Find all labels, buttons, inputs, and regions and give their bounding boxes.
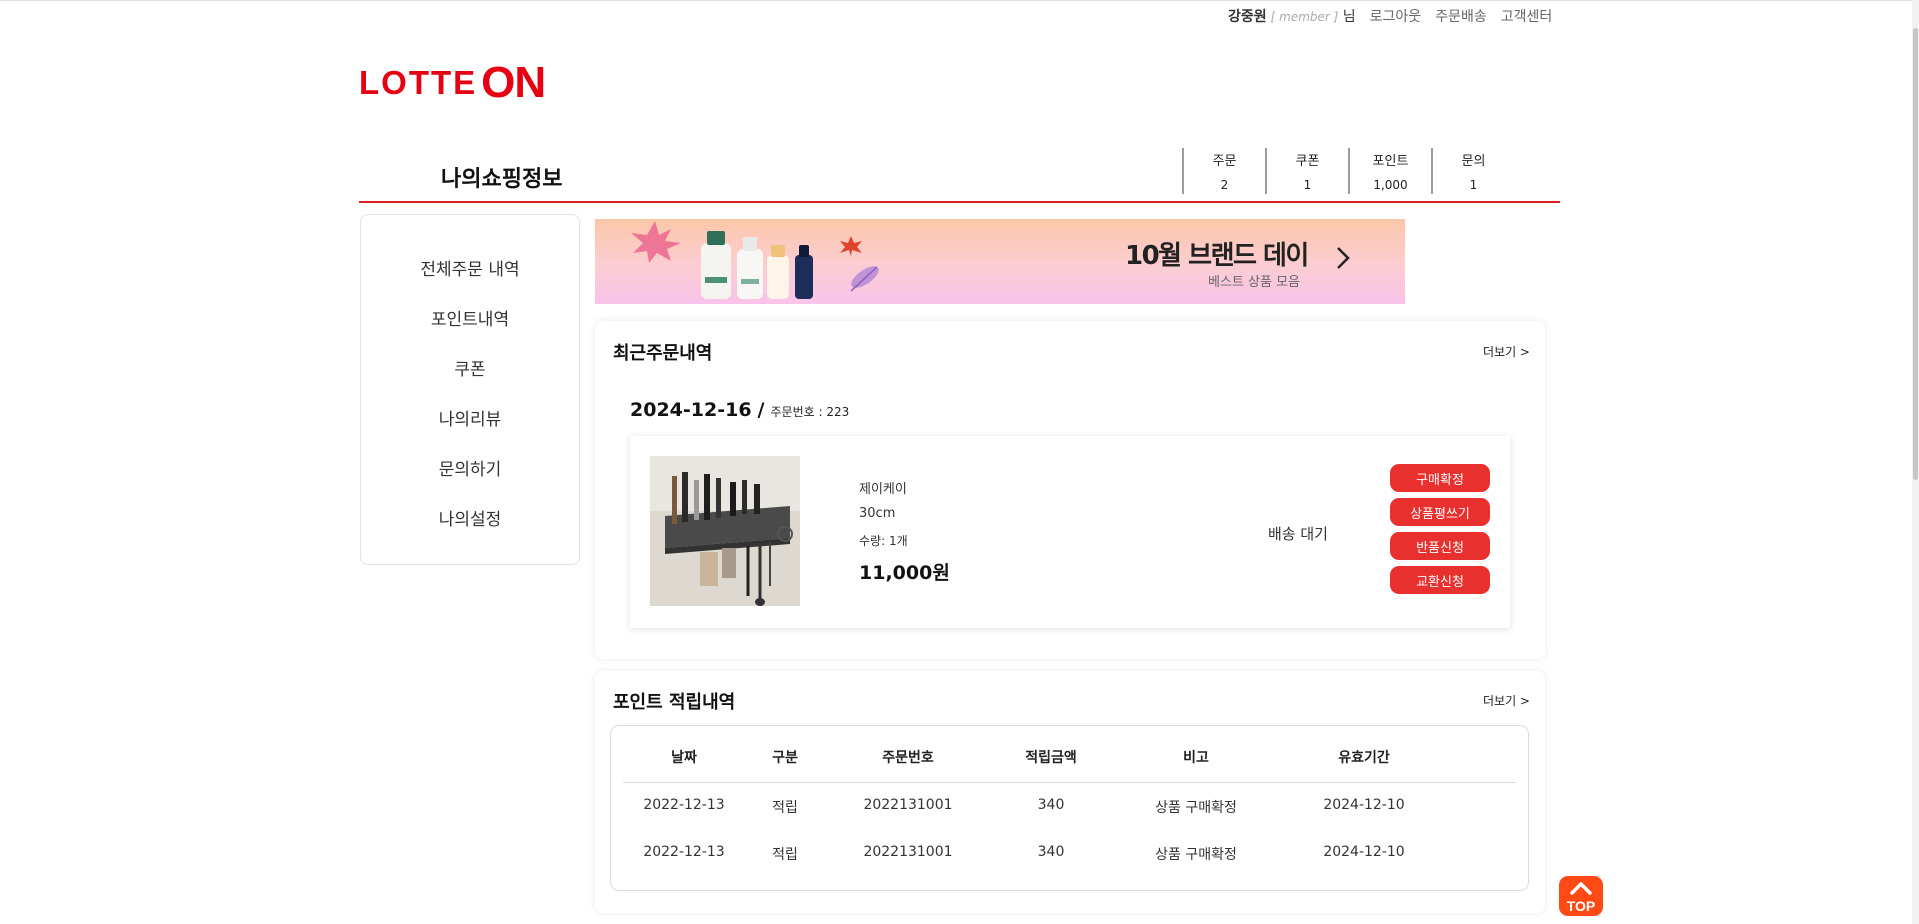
stat-points[interactable]: 포인트 1,000 — [1348, 148, 1431, 194]
user-suffix: 님 — [1342, 9, 1356, 25]
stat-label: 포인트 — [1372, 154, 1409, 169]
order-number: 주문번호 : 223 — [770, 405, 850, 419]
order-header: 2024-12-16/ 주문번호 : 223 — [630, 399, 849, 421]
product-brand: 제이케이 — [859, 482, 907, 497]
stat-coupons[interactable]: 쿠폰 1 — [1265, 148, 1348, 194]
product-quantity: 수량: 1개 — [859, 534, 908, 548]
cell-note: 상품 구매확정 — [1155, 800, 1237, 816]
points-more-link[interactable]: 더보기 > — [1483, 692, 1530, 709]
recent-orders-title: 최근주문내역 — [613, 343, 713, 364]
kitchen-knife-rack-image[interactable] — [650, 456, 800, 606]
col-header-note: 비고 — [1183, 750, 1209, 766]
user-name: 강중원 — [1228, 9, 1267, 25]
sidebar-item-reviews[interactable]: 나의리뷰 — [361, 405, 579, 430]
sidebar-item-points[interactable]: 포인트내역 — [361, 305, 579, 330]
cell-expiry: 2024-12-10 — [1323, 797, 1405, 813]
points-table: 날짜 구분 주문번호 적립금액 비고 유효기간 2022-12-13 적립 20… — [610, 725, 1529, 891]
utility-nav: 강중원[ member ] 님 로그아웃 주문배송 고객센터 — [1228, 6, 1552, 26]
chevron-right-icon — [1337, 247, 1350, 269]
stat-inquiries[interactable]: 문의 1 — [1431, 148, 1514, 194]
order-item: 제이케이 30cm 수량: 1개 11,000원 배송 대기 구매확정 상품평쓰… — [630, 436, 1510, 628]
stat-label: 쿠폰 — [1295, 154, 1320, 169]
sidebar: 전체주문 내역 포인트내역 쿠폰 나의리뷰 문의하기 나의설정 — [360, 214, 580, 565]
feather-icon — [850, 266, 879, 292]
banner-subtitle: 베스트 상품 모음 — [1208, 275, 1300, 290]
write-review-button[interactable]: 상품평쓰기 — [1390, 498, 1490, 526]
col-header-type: 구분 — [772, 750, 798, 766]
sidebar-item-inquiry[interactable]: 문의하기 — [361, 455, 579, 480]
delivery-status: 배송 대기 — [1268, 525, 1328, 543]
lotteon-logo[interactable]: LOTTE ON — [359, 58, 546, 108]
cell-amount: 340 — [1037, 797, 1065, 813]
cell-amount: 340 — [1037, 844, 1065, 860]
col-header-expiry: 유효기간 — [1338, 750, 1390, 766]
logo-on-text: ON — [481, 58, 546, 107]
stat-value: 1 — [1303, 178, 1312, 192]
sidebar-item-settings[interactable]: 나의설정 — [361, 505, 579, 530]
stat-label: 주문 — [1212, 154, 1237, 169]
stat-label: 문의 — [1461, 154, 1486, 169]
stat-orders[interactable]: 주문 2 — [1182, 148, 1265, 194]
scrollbar-thumb[interactable] — [1913, 28, 1918, 480]
logout-link[interactable]: 로그아웃 — [1370, 6, 1422, 26]
scroll-top-button[interactable]: TOP — [1559, 876, 1603, 916]
cell-type: 적립 — [772, 847, 798, 863]
cosmetic-bottles-image — [701, 231, 813, 299]
product-image-icon — [650, 456, 800, 606]
stat-value: 1,000 — [1373, 178, 1408, 192]
sidebar-item-all-orders[interactable]: 전체주문 내역 — [361, 255, 579, 280]
cell-order-no: 2022131001 — [863, 797, 953, 813]
page-title: 나의쇼핑정보 — [441, 167, 563, 192]
points-history-title: 포인트 적립내역 — [613, 692, 736, 713]
promo-banner[interactable]: 10월 브랜드 데이 베스트 상품 모음 — [595, 219, 1405, 304]
top-border — [0, 0, 1919, 1]
maple-leaf-icon — [631, 221, 681, 263]
product-price: 11,000원 — [859, 562, 950, 584]
col-header-order-no: 주문번호 — [882, 750, 934, 766]
table-header-divider — [623, 782, 1516, 783]
user-grade: [ member ] — [1270, 10, 1339, 24]
order-delivery-link[interactable]: 주문배송 — [1435, 6, 1487, 26]
scroll-top-label: TOP — [1566, 898, 1596, 914]
order-date: 2024-12-16 — [630, 399, 752, 421]
cell-date: 2022-12-13 — [643, 797, 725, 813]
customer-center-link[interactable]: 고객센터 — [1501, 6, 1553, 26]
return-request-button[interactable]: 반품신청 — [1390, 532, 1490, 560]
chevron-up-icon — [1570, 882, 1592, 895]
exchange-request-button[interactable]: 교환신청 — [1390, 566, 1490, 594]
product-option: 30cm — [859, 506, 896, 521]
banner-title: 10월 브랜드 데이 — [1125, 241, 1309, 271]
recent-orders-card: 최근주문내역 더보기 > 2024-12-16/ 주문번호 : 223 제이케이 … — [595, 321, 1545, 659]
cell-type: 적립 — [772, 800, 798, 816]
title-divider — [359, 201, 1560, 203]
logo-lotte-text: LOTTE — [359, 64, 478, 101]
col-header-date: 날짜 — [671, 750, 697, 766]
recent-orders-more-link[interactable]: 더보기 > — [1483, 343, 1530, 360]
user-greeting: 강중원[ member ] 님 — [1228, 6, 1356, 26]
cell-expiry: 2024-12-10 — [1323, 844, 1405, 860]
order-slash: / — [757, 399, 765, 421]
sidebar-item-coupons[interactable]: 쿠폰 — [361, 355, 579, 380]
page-scrollbar[interactable] — [1912, 0, 1919, 924]
leaf-icon — [840, 236, 862, 256]
col-header-amount: 적립금액 — [1025, 750, 1077, 766]
stat-value: 2 — [1220, 178, 1229, 192]
shopping-stats: 주문 2 쿠폰 1 포인트 1,000 문의 1 — [1182, 148, 1514, 194]
cell-date: 2022-12-13 — [643, 844, 725, 860]
stat-value: 1 — [1469, 178, 1478, 192]
cell-note: 상품 구매확정 — [1155, 847, 1237, 863]
points-history-card: 포인트 적립내역 더보기 > 날짜 구분 주문번호 적립금액 비고 유효기간 2… — [595, 671, 1545, 913]
confirm-purchase-button[interactable]: 구매확정 — [1390, 464, 1490, 492]
cell-order-no: 2022131001 — [863, 844, 953, 860]
